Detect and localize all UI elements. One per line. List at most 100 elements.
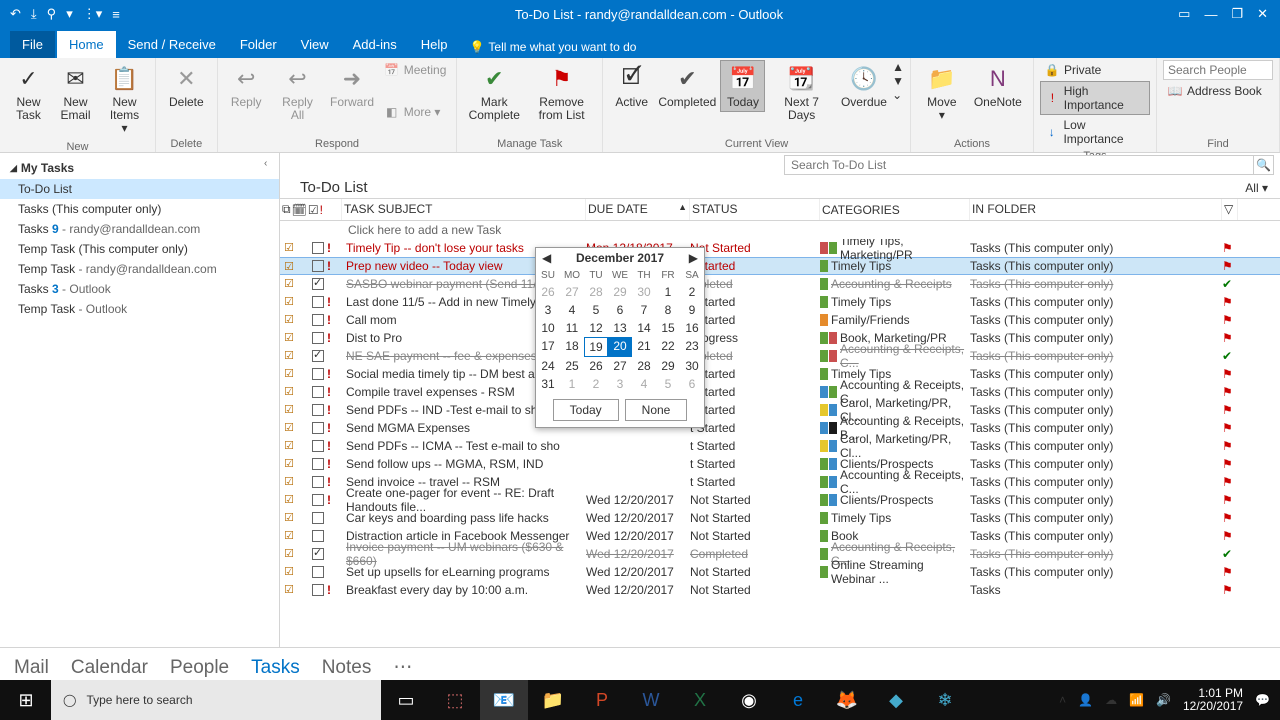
calendar-day[interactable]: 2 — [680, 283, 704, 301]
task-flag[interactable]: ✔ — [1222, 547, 1238, 561]
sidebar-item[interactable]: Temp Task (This computer only) — [0, 239, 279, 259]
window-control[interactable]: ✕ — [1257, 6, 1268, 22]
task-row[interactable]: ☑Invoice payment -- UM webinars ($630 & … — [280, 545, 1280, 563]
task-checkbox[interactable] — [312, 548, 324, 560]
window-control[interactable]: ▭ — [1178, 6, 1190, 22]
edge-icon[interactable]: e — [774, 680, 822, 720]
task-row[interactable]: ☑!Send MGMA Expensest StartedAccounting … — [280, 419, 1280, 437]
new-items-button[interactable]: 📋New Items ▾ — [100, 60, 149, 139]
task-checkbox[interactable] — [312, 458, 324, 470]
new-email-button[interactable]: ✉New Email — [53, 60, 98, 125]
mark-complete-button[interactable]: ✔Mark Complete — [463, 60, 525, 125]
task-checkbox[interactable] — [312, 242, 324, 254]
qat-icon[interactable]: ⋮▾ — [83, 6, 103, 22]
calendar-day[interactable]: 5 — [584, 301, 608, 319]
calendar-day[interactable]: 17 — [536, 337, 560, 357]
nav-mail[interactable]: Mail — [14, 657, 49, 679]
calendar-day[interactable]: 30 — [680, 357, 704, 375]
start-button[interactable]: ⊞ — [2, 680, 50, 720]
sidebar-header[interactable]: ◢My Tasks — [0, 157, 279, 179]
collapse-pane-icon[interactable]: ‹ — [264, 158, 267, 169]
view-active-button[interactable]: 🗹Active — [609, 60, 654, 112]
task-row[interactable]: ☑!Dist to ProProgressBook, Marketing/PRT… — [280, 329, 1280, 347]
calendar-day[interactable]: 5 — [656, 375, 680, 393]
file-tab[interactable]: File — [10, 31, 55, 58]
col-subject[interactable]: TASK SUBJECT — [342, 199, 586, 220]
next-month-button[interactable]: ▶ — [689, 251, 698, 265]
calendar-day[interactable]: 20 — [608, 337, 632, 357]
calendar-day[interactable]: 9 — [680, 301, 704, 319]
calendar-day[interactable]: 6 — [608, 301, 632, 319]
view-next7-button[interactable]: 📆Next 7 Days — [767, 60, 835, 125]
calendar-day[interactable]: 24 — [536, 357, 560, 375]
calendar-day[interactable]: 15 — [656, 319, 680, 337]
app-icon[interactable]: ⬚ — [431, 680, 479, 720]
address-book-button[interactable]: 📖Address Book — [1163, 81, 1273, 101]
task-checkbox[interactable] — [312, 512, 324, 524]
outlook-taskbar-icon[interactable]: 📧 — [480, 680, 528, 720]
task-flag[interactable]: ⚑ — [1222, 313, 1238, 327]
sidebar-item[interactable]: Temp Task - randy@randalldean.com — [0, 259, 279, 279]
delete-button[interactable]: ✕Delete — [162, 60, 211, 112]
menu-tab-folder[interactable]: Folder — [228, 31, 289, 58]
menu-tab-home[interactable]: Home — [57, 31, 116, 58]
task-row[interactable]: ☑!Send PDFs -- IND -Test e-mail to show … — [280, 401, 1280, 419]
calendar-day[interactable]: 18 — [560, 337, 584, 357]
task-row[interactable]: ☑SASBO webinar payment (Send 11/14)mplet… — [280, 275, 1280, 293]
task-checkbox[interactable] — [312, 440, 324, 452]
task-flag[interactable]: ⚑ — [1222, 385, 1238, 399]
window-control[interactable]: — — [1204, 7, 1217, 22]
task-flag[interactable]: ⚑ — [1222, 331, 1238, 345]
calendar-day[interactable]: 28 — [632, 357, 656, 375]
tray-people-icon[interactable]: 👤 — [1078, 693, 1093, 707]
new-task-button[interactable]: ✓New Task — [6, 60, 51, 125]
task-row[interactable]: ☑Car keys and boarding pass life hacksWe… — [280, 509, 1280, 527]
calendar-day[interactable]: 3 — [536, 301, 560, 319]
qat-icon[interactable]: ⚲ — [47, 6, 57, 22]
task-flag[interactable]: ⚑ — [1222, 457, 1238, 471]
firefox-icon[interactable]: 🦊 — [823, 680, 871, 720]
view-overdue-button[interactable]: 🕓Overdue — [838, 60, 890, 112]
task-row[interactable]: ☑!Send PDFs -- ICMA -- Test e-mail to sh… — [280, 437, 1280, 455]
task-row[interactable]: ☑!Last done 11/5 -- Add in new Timely Tt… — [280, 293, 1280, 311]
task-flag[interactable]: ⚑ — [1222, 511, 1238, 525]
task-flag[interactable]: ⚑ — [1222, 583, 1238, 597]
task-checkbox[interactable] — [312, 566, 324, 578]
forward-button[interactable]: ➜Forward — [326, 60, 377, 112]
tray-clock[interactable]: 1:01 PM12/20/2017 — [1183, 687, 1243, 713]
task-flag[interactable]: ⚑ — [1222, 475, 1238, 489]
calendar-day[interactable]: 2 — [584, 375, 608, 393]
calendar-day[interactable]: 4 — [560, 301, 584, 319]
icon-col-icon[interactable]: ⧉ — [282, 202, 291, 217]
calendar-day[interactable]: 27 — [560, 283, 584, 301]
calendar-day[interactable]: 26 — [536, 283, 560, 301]
prev-month-button[interactable]: ◀ — [542, 251, 551, 265]
notification-icon[interactable]: 💬 — [1255, 693, 1270, 707]
calendar-day[interactable]: 10 — [536, 319, 560, 337]
nav-people[interactable]: People — [170, 657, 229, 679]
app-icon-3[interactable]: ❄ — [921, 680, 969, 720]
task-checkbox[interactable] — [312, 332, 324, 344]
qat-icon[interactable]: ↶ — [10, 6, 21, 22]
calendar-day[interactable]: 13 — [608, 319, 632, 337]
menu-tab-view[interactable]: View — [289, 31, 341, 58]
reply-button[interactable]: ↩Reply — [224, 60, 269, 112]
calendar-day[interactable]: 8 — [656, 301, 680, 319]
qat-icon[interactable]: ≡ — [112, 7, 120, 22]
calendar-day[interactable]: 4 — [632, 375, 656, 393]
private-button[interactable]: 🔒Private — [1040, 60, 1150, 80]
task-checkbox[interactable] — [312, 368, 324, 380]
cortana-search[interactable]: ◯Type here to search — [51, 680, 381, 720]
all-filter-button[interactable]: All ▾ — [1245, 181, 1268, 195]
window-control[interactable]: ❐ — [1231, 6, 1243, 22]
search-todo-input[interactable] — [784, 155, 1254, 175]
task-row[interactable]: ☑!Send follow ups -- MGMA, RSM, INDt Sta… — [280, 455, 1280, 473]
menu-tab-sendreceive[interactable]: Send / Receive — [116, 31, 228, 58]
excel-icon[interactable]: X — [676, 680, 724, 720]
tell-me[interactable]: 💡 Tell me what you want to do — [461, 36, 644, 58]
more-button[interactable]: ◧More ▾ — [380, 102, 451, 122]
sidebar-item[interactable]: Temp Task - Outlook — [0, 299, 279, 319]
sidebar-item[interactable]: Tasks 9 - randy@randalldean.com — [0, 219, 279, 239]
calendar-day[interactable]: 1 — [560, 375, 584, 393]
task-checkbox[interactable] — [312, 350, 324, 362]
